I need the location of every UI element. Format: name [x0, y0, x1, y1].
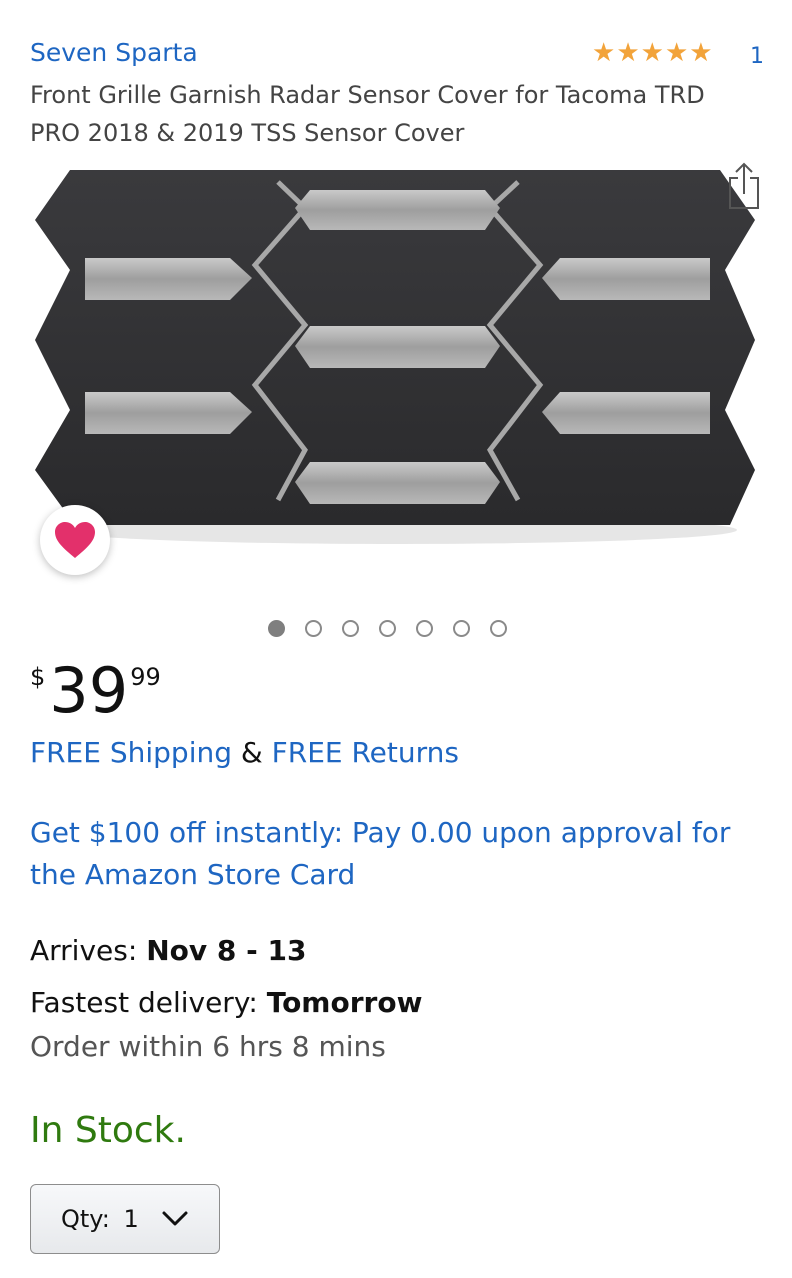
shipping-separator: &: [232, 736, 272, 769]
heart-icon: [55, 522, 95, 558]
carousel-dot[interactable]: [379, 620, 396, 637]
carousel-dot-active[interactable]: [268, 620, 285, 637]
stock-status: In Stock.: [30, 1110, 186, 1151]
carousel-dots[interactable]: [268, 620, 507, 637]
review-count[interactable]: 1: [750, 44, 764, 69]
arrival-info: Arrives: Nov 8 - 13: [30, 934, 306, 967]
qty-value: 1: [123, 1205, 139, 1233]
share-icon[interactable]: [726, 160, 762, 212]
store-card-promo-link[interactable]: Get $100 off instantly: Pay 0.00 upon ap…: [30, 812, 770, 896]
order-within: Order within 6 hrs 8 mins: [30, 1030, 386, 1063]
fastest-label: Fastest delivery:: [30, 986, 267, 1019]
carousel-dot[interactable]: [342, 620, 359, 637]
carousel-dot[interactable]: [490, 620, 507, 637]
product-title: Front Grille Garnish Radar Sensor Cover …: [30, 81, 705, 147]
star-icon: ★: [640, 38, 664, 68]
star-icon: ★: [592, 38, 616, 68]
price: $ 39 99: [30, 655, 161, 727]
free-shipping-link[interactable]: FREE Shipping: [30, 736, 232, 769]
carousel-dot[interactable]: [453, 620, 470, 637]
quantity-select[interactable]: Qty: 1: [30, 1184, 220, 1254]
price-currency: $: [30, 663, 46, 691]
arrives-label: Arrives:: [30, 934, 147, 967]
star-rating[interactable]: ★ ★ ★ ★ ★: [592, 40, 713, 66]
arrives-value: Nov 8 - 13: [146, 934, 307, 967]
chevron-down-icon: [161, 1210, 189, 1228]
price-whole: 39: [49, 654, 129, 727]
brand-link[interactable]: Seven Sparta: [30, 38, 198, 67]
fastest-value: Tomorrow: [266, 986, 423, 1019]
price-fraction: 99: [130, 663, 161, 691]
qty-label: Qty:: [61, 1205, 118, 1233]
star-icon: ★: [616, 38, 640, 68]
carousel-dot[interactable]: [305, 620, 322, 637]
carousel-dot[interactable]: [416, 620, 433, 637]
free-returns-link[interactable]: FREE Returns: [272, 736, 459, 769]
fastest-delivery-info: Fastest delivery: Tomorrow: [30, 986, 422, 1019]
shipping-info: FREE Shipping & FREE Returns: [30, 736, 459, 769]
product-image[interactable]: [30, 160, 764, 560]
favorite-button[interactable]: [40, 505, 110, 575]
star-icon: ★: [689, 38, 713, 68]
star-icon: ★: [664, 38, 689, 68]
